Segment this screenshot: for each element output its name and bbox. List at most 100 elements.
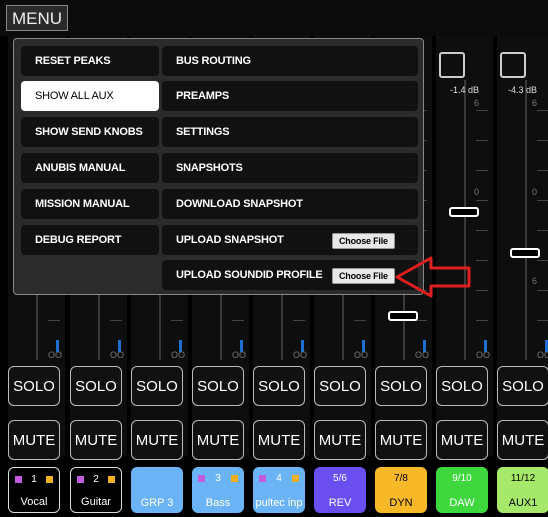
mute-button[interactable]: MUTE xyxy=(436,420,488,460)
scale-tick xyxy=(171,320,183,321)
routing-square xyxy=(259,475,266,482)
menu-button[interactable]: MENU xyxy=(6,5,68,31)
db-readout-daw: -1.4 dB xyxy=(450,85,480,95)
channel-name: REV xyxy=(328,497,352,509)
routing-square xyxy=(292,475,299,482)
top-bar xyxy=(0,0,548,36)
channel-name: AUX1 xyxy=(508,497,538,509)
scale-0-daw: 0 xyxy=(474,187,480,197)
channel-number: 11/12 xyxy=(510,473,536,484)
scale-tick xyxy=(537,230,548,231)
mute-button[interactable]: MUTE xyxy=(375,420,427,460)
channel-name: Guitar xyxy=(81,496,111,508)
menu-item-reset-peaks[interactable]: RESET PEAKS xyxy=(21,46,159,76)
mute-button[interactable]: MUTE xyxy=(253,420,305,460)
scale-tick xyxy=(537,200,548,201)
scale-tick xyxy=(110,320,122,321)
menu-item-mission-manual[interactable]: MISSION MANUAL xyxy=(21,189,159,219)
menu-item-preamps[interactable]: PREAMPS xyxy=(162,81,418,111)
send-knob[interactable] xyxy=(439,52,465,78)
upload-soundid-label: UPLOAD SOUNDID PROFILE xyxy=(176,269,323,281)
choose-file-button-soundid[interactable]: Choose File xyxy=(332,268,395,284)
channel-label[interactable]: GRP 3 xyxy=(131,467,183,513)
channel-number: 9/10 xyxy=(452,473,472,484)
channel-label[interactable]: 7/8 DYN xyxy=(375,467,427,513)
scale-tick xyxy=(476,200,488,201)
overload-indicator: OO xyxy=(232,350,247,360)
routing-square xyxy=(231,475,238,482)
solo-button[interactable]: SOLO xyxy=(436,366,488,406)
routing-square xyxy=(15,476,22,483)
overload-indicator: OO xyxy=(354,350,369,360)
mute-button[interactable]: MUTE xyxy=(70,420,122,460)
solo-button[interactable]: SOLO xyxy=(70,366,122,406)
channel-number: 7/8 xyxy=(394,473,408,484)
fader-handle[interactable] xyxy=(388,311,418,321)
scale-6-aux1: 6 xyxy=(532,98,538,108)
scale-tick xyxy=(476,260,488,261)
menu-item-settings[interactable]: SETTINGS xyxy=(162,117,418,147)
mute-button[interactable]: MUTE xyxy=(8,420,60,460)
channel-label[interactable]: 4 pultec inp xyxy=(253,467,305,513)
overload-indicator: OO xyxy=(537,350,548,360)
menu-item-download-snapshot[interactable]: DOWNLOAD SNAPSHOT xyxy=(162,189,418,219)
solo-button[interactable]: SOLO xyxy=(8,366,60,406)
scale-tick xyxy=(476,170,488,171)
scale-tick xyxy=(476,110,488,111)
routing-square xyxy=(46,476,53,483)
scale-tick xyxy=(537,110,548,111)
channel-label[interactable]: 2 Guitar xyxy=(70,467,122,513)
channel-name: GRP 3 xyxy=(140,497,174,509)
channel-name: Vocal xyxy=(20,496,48,508)
routing-square xyxy=(108,476,115,483)
channel-label[interactable]: 1 Vocal xyxy=(8,467,60,513)
menu-item-show-all-aux[interactable]: SHOW ALL AUX xyxy=(21,81,159,111)
routing-square xyxy=(198,475,205,482)
channel-label[interactable]: 9/10 DAW xyxy=(436,467,488,513)
solo-button[interactable]: SOLO xyxy=(497,366,548,406)
scale-tick xyxy=(232,320,244,321)
solo-button[interactable]: SOLO xyxy=(375,366,427,406)
solo-button[interactable]: SOLO xyxy=(131,366,183,406)
scale-6-daw: 6 xyxy=(474,98,480,108)
channel-label[interactable]: 5/6 REV xyxy=(314,467,366,513)
scale-6-aux1-low: 6 xyxy=(532,276,538,286)
solo-button[interactable]: SOLO xyxy=(314,366,366,406)
scale-tick xyxy=(537,320,548,321)
mute-button[interactable]: MUTE xyxy=(497,420,548,460)
channel-label[interactable]: 3 Bass xyxy=(192,467,244,513)
menu-item-debug-report[interactable]: DEBUG REPORT xyxy=(21,225,159,255)
scale-tick xyxy=(476,230,488,231)
menu-item-upload-soundid-profile[interactable]: UPLOAD SOUNDID PROFILE Choose File xyxy=(162,260,418,290)
solo-button[interactable]: SOLO xyxy=(192,366,244,406)
scale-tick xyxy=(476,320,488,321)
scale-tick xyxy=(476,290,488,291)
channel-name: pultec inp xyxy=(255,497,303,509)
scale-tick xyxy=(537,140,548,141)
menu-item-bus-routing[interactable]: BUS ROUTING xyxy=(162,46,418,76)
scale-tick xyxy=(354,320,366,321)
menu-item-upload-snapshot[interactable]: UPLOAD SNAPSHOT Choose File xyxy=(162,225,418,255)
choose-file-button-snapshot[interactable]: Choose File xyxy=(332,233,395,249)
fader-track xyxy=(525,80,527,360)
scale-tick xyxy=(476,140,488,141)
upload-snapshot-label: UPLOAD SNAPSHOT xyxy=(176,234,284,246)
channel-label[interactable]: 11/12 AUX1 xyxy=(497,467,548,513)
menu-panel: RESET PEAKS SHOW ALL AUX SHOW SEND KNOBS… xyxy=(13,38,424,295)
menu-item-snapshots[interactable]: SNAPSHOTS xyxy=(162,153,418,183)
mute-button[interactable]: MUTE xyxy=(192,420,244,460)
menu-item-anubis-manual[interactable]: ANUBIS MANUAL xyxy=(21,153,159,183)
db-readout-aux1: -4.3 dB xyxy=(508,85,538,95)
mute-button[interactable]: MUTE xyxy=(131,420,183,460)
menu-item-show-send-knobs[interactable]: SHOW SEND KNOBS xyxy=(21,117,159,147)
solo-button[interactable]: SOLO xyxy=(253,366,305,406)
fader-handle[interactable] xyxy=(510,248,540,258)
routing-square xyxy=(77,476,84,483)
fader-handle[interactable] xyxy=(449,207,479,217)
mute-button[interactable]: MUTE xyxy=(314,420,366,460)
overload-indicator: OO xyxy=(171,350,186,360)
scale-tick xyxy=(537,260,548,261)
send-knob[interactable] xyxy=(500,52,526,78)
channel-name: DYN xyxy=(389,497,413,509)
scale-tick xyxy=(537,170,548,171)
